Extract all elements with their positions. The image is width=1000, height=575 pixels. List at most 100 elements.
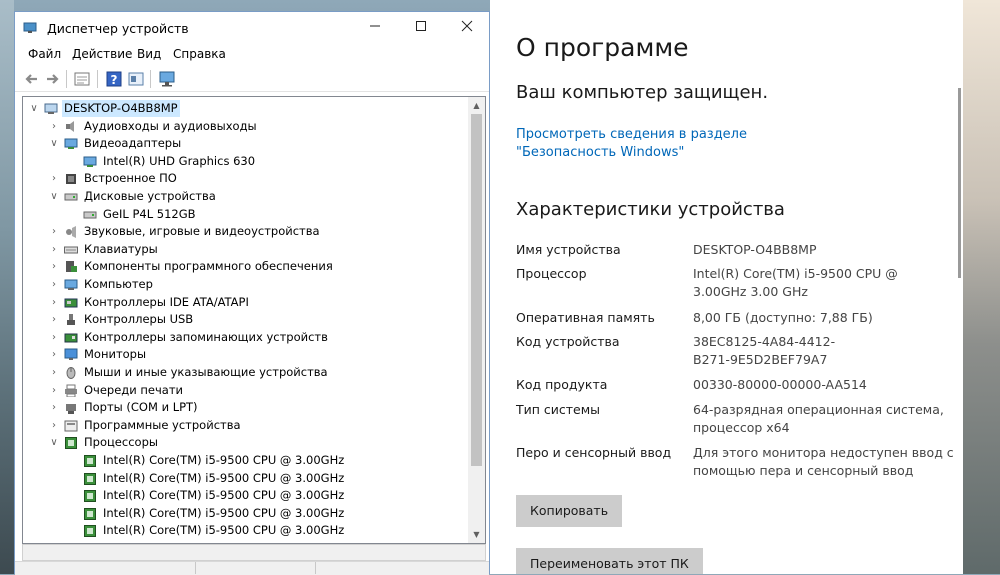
keyboard-icon [64, 246, 78, 254]
tree-root-label: DESKTOP-O4BB8MP [62, 100, 180, 117]
status-cell [195, 562, 316, 574]
menu-file[interactable]: Файл [28, 47, 61, 61]
display-adapter-icon [83, 156, 97, 167]
tree-item-label: Компоненты программного обеспечения [84, 259, 333, 274]
chevron-right-icon[interactable]: › [49, 223, 59, 240]
spec-key: Код продукта [516, 377, 608, 392]
chevron-right-icon[interactable]: › [49, 118, 59, 135]
minimize-button[interactable] [352, 12, 398, 44]
tree-item-label: Intel(R) Core(TM) i5-9500 CPU @ 3.00GHz [103, 488, 345, 503]
window-title: Диспетчер устройств [47, 21, 189, 36]
tree-item-label: Встроенное ПО [84, 171, 177, 186]
spec-key: Процессор [516, 266, 587, 281]
menu-action[interactable]: Действие [72, 47, 132, 61]
page-title: О программе [516, 33, 689, 62]
desktop-background-right [963, 0, 1000, 574]
chevron-right-icon[interactable]: › [49, 311, 59, 328]
computer-root [44, 103, 58, 114]
chevron-right-icon[interactable]: › [49, 294, 59, 311]
scrollbar-thumb[interactable] [471, 114, 482, 466]
chevron-right-icon[interactable]: › [49, 170, 59, 187]
copy-button[interactable]: Копировать [516, 495, 623, 527]
spec-value: DESKTOP-O4BB8MP [693, 242, 817, 257]
tree-item-label: Клавиатуры [84, 241, 158, 256]
processor-icon [84, 490, 96, 503]
chevron-down-icon[interactable]: ∨ [49, 135, 59, 152]
chevron-right-icon[interactable]: › [49, 382, 59, 399]
help-icon[interactable]: ? [105, 70, 123, 88]
close-button[interactable] [444, 12, 490, 44]
chevron-down-icon[interactable]: ∨ [29, 100, 39, 117]
display-adapter-icon [64, 138, 78, 150]
svg-text:?: ? [111, 73, 118, 87]
processor-icon [84, 525, 96, 538]
spec-value: Intel(R) Core(TM) i5-9500 CPU @ 3.00GHz … [693, 266, 898, 299]
printer-icon [65, 384, 77, 397]
chevron-right-icon[interactable]: › [49, 364, 59, 381]
tree-item-label: Процессоры [84, 435, 158, 450]
windows-security-link[interactable]: Просмотреть сведения в разделе "Безопасн… [516, 126, 846, 162]
spec-key: Перо и сенсорный ввод [516, 445, 672, 460]
chevron-right-icon[interactable]: › [49, 241, 59, 258]
storage-controller-icon [64, 333, 78, 343]
spec-key: Код устройства [516, 334, 620, 349]
tree-horizontal-scrollbar[interactable] [22, 544, 486, 561]
menu-view[interactable]: Вид [137, 47, 161, 61]
tree-item-label: Видеоадаптеры [84, 136, 182, 151]
tree-item-label: Дисковые устройства [84, 189, 216, 203]
tree-item-label: Контроллеры запоминающих устройств [84, 329, 328, 344]
maximize-button[interactable] [398, 12, 444, 44]
tree-item-label: Аудиовходы и аудиовыходы [84, 118, 257, 133]
tree-item-label: Intel(R) Core(TM) i5-9500 CPU @ 3.00GHz [103, 470, 345, 485]
close-icon [461, 20, 473, 32]
chevron-down-icon[interactable]: ∨ [49, 434, 59, 451]
back-arrow-icon[interactable] [23, 70, 41, 88]
tree-vertical-scrollbar[interactable]: ▲ ▼ [468, 97, 485, 543]
forward-arrow-icon[interactable] [43, 70, 61, 88]
properties-view-icon[interactable] [73, 70, 91, 88]
tree-item-label: Контроллеры IDE ATA/ATAPI [84, 294, 249, 309]
tree-item-label: GeIL P4L 512GB [103, 206, 196, 221]
chevron-down-icon[interactable]: ∨ [49, 188, 59, 205]
processor-icon [65, 437, 77, 450]
chevron-right-icon[interactable]: › [49, 276, 59, 293]
chevron-right-icon[interactable]: › [49, 346, 59, 363]
tree-item-label: Контроллеры USB [84, 312, 194, 327]
port-icon [66, 404, 76, 415]
processor-icon [84, 507, 96, 520]
device-properties-icon[interactable] [127, 70, 145, 88]
device-manager-icon [23, 22, 37, 33]
tree-item-label: Intel(R) Core(TM) i5-9500 CPU @ 3.00GHz [103, 505, 345, 520]
chevron-right-icon[interactable]: › [49, 258, 59, 275]
settings-scrollbar[interactable] [958, 88, 961, 278]
toolbar: ? [15, 67, 489, 92]
chevron-right-icon[interactable]: › [49, 417, 59, 434]
device-tree[interactable]: ∨ DESKTOP-O4BB8MP › Аудиовходы и аудиовыход… [22, 96, 486, 544]
tree-item-label: Мыши и иные указывающие устройства [84, 365, 328, 379]
scroll-down-arrow-icon[interactable]: ▼ [468, 526, 485, 543]
settings-about-page: О программе Ваш компьютер защищен. Просм… [490, 0, 963, 574]
usb-icon [67, 314, 75, 326]
device-manager-window: Диспетчер устройств Файл Действие Вид Сп… [14, 11, 490, 575]
spec-value: 8,00 ГБ (доступно: 7,88 ГБ) [693, 310, 873, 325]
spec-value: 64-разрядная операционная система, проце… [693, 402, 944, 435]
sound-icon [66, 226, 76, 239]
speaker-icon [66, 120, 74, 132]
software-device-icon [64, 420, 78, 432]
status-cell [15, 562, 196, 574]
tree-item-label: Очереди печати [84, 382, 183, 397]
chevron-right-icon[interactable]: › [49, 399, 59, 416]
title-bar[interactable]: Диспетчер устройств [15, 12, 489, 44]
monitor-icon [64, 348, 78, 361]
scan-hardware-icon[interactable] [158, 70, 176, 88]
menu-bar: Файл Действие Вид Справка [15, 44, 489, 66]
scroll-up-arrow-icon[interactable]: ▲ [468, 97, 485, 114]
software-component-icon [66, 261, 77, 273]
disk-drive-icon [64, 193, 78, 201]
spec-value: Для этого монитора недоступен ввод с пом… [693, 445, 954, 478]
menu-help[interactable]: Справка [173, 47, 226, 61]
chevron-right-icon[interactable]: › [49, 329, 59, 346]
tree-item-label: Intel(R) UHD Graphics 630 [103, 153, 256, 168]
protection-status: Ваш компьютер защищен. [516, 82, 769, 103]
rename-pc-button[interactable]: Переименовать этот ПК [516, 548, 703, 574]
